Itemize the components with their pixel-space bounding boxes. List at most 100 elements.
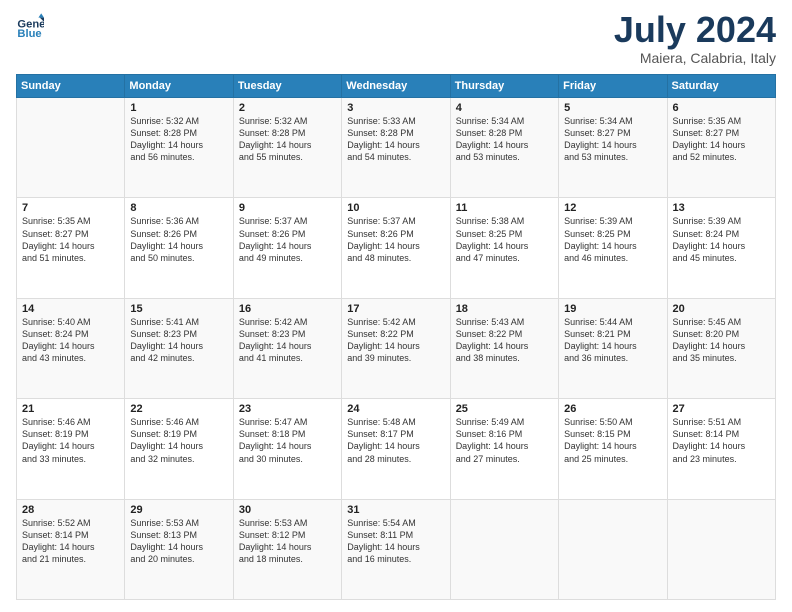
calendar-cell: 27Sunrise: 5:51 AM Sunset: 8:14 PM Dayli…	[667, 399, 775, 499]
calendar-cell: 26Sunrise: 5:50 AM Sunset: 8:15 PM Dayli…	[559, 399, 667, 499]
calendar-cell: 12Sunrise: 5:39 AM Sunset: 8:25 PM Dayli…	[559, 198, 667, 298]
day-number: 5	[564, 102, 661, 114]
day-number: 26	[564, 403, 661, 415]
calendar-cell: 19Sunrise: 5:44 AM Sunset: 8:21 PM Dayli…	[559, 298, 667, 398]
day-info: Sunrise: 5:35 AM Sunset: 8:27 PM Dayligh…	[22, 215, 119, 264]
calendar-cell: 10Sunrise: 5:37 AM Sunset: 8:26 PM Dayli…	[342, 198, 450, 298]
calendar-cell: 1Sunrise: 5:32 AM Sunset: 8:28 PM Daylig…	[125, 98, 233, 198]
calendar-cell: 11Sunrise: 5:38 AM Sunset: 8:25 PM Dayli…	[450, 198, 558, 298]
day-number: 31	[347, 504, 444, 516]
header: General Blue July 2024 Maiera, Calabria,…	[16, 12, 776, 66]
month-title: July 2024	[614, 12, 776, 48]
calendar-cell: 18Sunrise: 5:43 AM Sunset: 8:22 PM Dayli…	[450, 298, 558, 398]
day-number: 8	[130, 202, 227, 214]
weekday-header-monday: Monday	[125, 75, 233, 98]
day-number: 23	[239, 403, 336, 415]
day-info: Sunrise: 5:50 AM Sunset: 8:15 PM Dayligh…	[564, 416, 661, 465]
day-number: 25	[456, 403, 553, 415]
calendar-cell: 31Sunrise: 5:54 AM Sunset: 8:11 PM Dayli…	[342, 499, 450, 599]
calendar-cell: 5Sunrise: 5:34 AM Sunset: 8:27 PM Daylig…	[559, 98, 667, 198]
day-info: Sunrise: 5:42 AM Sunset: 8:22 PM Dayligh…	[347, 316, 444, 365]
day-number: 13	[673, 202, 770, 214]
day-info: Sunrise: 5:38 AM Sunset: 8:25 PM Dayligh…	[456, 215, 553, 264]
day-number: 7	[22, 202, 119, 214]
day-info: Sunrise: 5:49 AM Sunset: 8:16 PM Dayligh…	[456, 416, 553, 465]
weekday-header-wednesday: Wednesday	[342, 75, 450, 98]
day-number: 10	[347, 202, 444, 214]
day-number: 20	[673, 303, 770, 315]
location-title: Maiera, Calabria, Italy	[614, 50, 776, 66]
day-number: 15	[130, 303, 227, 315]
calendar-cell: 3Sunrise: 5:33 AM Sunset: 8:28 PM Daylig…	[342, 98, 450, 198]
day-info: Sunrise: 5:48 AM Sunset: 8:17 PM Dayligh…	[347, 416, 444, 465]
day-number: 29	[130, 504, 227, 516]
weekday-header-saturday: Saturday	[667, 75, 775, 98]
day-info: Sunrise: 5:45 AM Sunset: 8:20 PM Dayligh…	[673, 316, 770, 365]
day-info: Sunrise: 5:53 AM Sunset: 8:12 PM Dayligh…	[239, 517, 336, 566]
calendar-table: SundayMondayTuesdayWednesdayThursdayFrid…	[16, 74, 776, 600]
day-info: Sunrise: 5:52 AM Sunset: 8:14 PM Dayligh…	[22, 517, 119, 566]
calendar-cell	[559, 499, 667, 599]
week-row-4: 21Sunrise: 5:46 AM Sunset: 8:19 PM Dayli…	[17, 399, 776, 499]
calendar-cell: 2Sunrise: 5:32 AM Sunset: 8:28 PM Daylig…	[233, 98, 341, 198]
calendar-cell: 28Sunrise: 5:52 AM Sunset: 8:14 PM Dayli…	[17, 499, 125, 599]
day-info: Sunrise: 5:35 AM Sunset: 8:27 PM Dayligh…	[673, 115, 770, 164]
weekday-header-friday: Friday	[559, 75, 667, 98]
calendar-cell: 16Sunrise: 5:42 AM Sunset: 8:23 PM Dayli…	[233, 298, 341, 398]
calendar-cell: 29Sunrise: 5:53 AM Sunset: 8:13 PM Dayli…	[125, 499, 233, 599]
day-info: Sunrise: 5:36 AM Sunset: 8:26 PM Dayligh…	[130, 215, 227, 264]
day-info: Sunrise: 5:37 AM Sunset: 8:26 PM Dayligh…	[347, 215, 444, 264]
calendar-page: General Blue July 2024 Maiera, Calabria,…	[0, 0, 792, 612]
calendar-cell: 4Sunrise: 5:34 AM Sunset: 8:28 PM Daylig…	[450, 98, 558, 198]
day-number: 3	[347, 102, 444, 114]
week-row-5: 28Sunrise: 5:52 AM Sunset: 8:14 PM Dayli…	[17, 499, 776, 599]
day-info: Sunrise: 5:42 AM Sunset: 8:23 PM Dayligh…	[239, 316, 336, 365]
day-number: 4	[456, 102, 553, 114]
day-info: Sunrise: 5:39 AM Sunset: 8:25 PM Dayligh…	[564, 215, 661, 264]
day-number: 16	[239, 303, 336, 315]
logo: General Blue	[16, 12, 44, 40]
calendar-cell	[667, 499, 775, 599]
day-info: Sunrise: 5:34 AM Sunset: 8:27 PM Dayligh…	[564, 115, 661, 164]
day-info: Sunrise: 5:37 AM Sunset: 8:26 PM Dayligh…	[239, 215, 336, 264]
calendar-cell: 13Sunrise: 5:39 AM Sunset: 8:24 PM Dayli…	[667, 198, 775, 298]
day-info: Sunrise: 5:46 AM Sunset: 8:19 PM Dayligh…	[22, 416, 119, 465]
logo-icon: General Blue	[16, 12, 44, 40]
day-info: Sunrise: 5:39 AM Sunset: 8:24 PM Dayligh…	[673, 215, 770, 264]
day-info: Sunrise: 5:44 AM Sunset: 8:21 PM Dayligh…	[564, 316, 661, 365]
day-info: Sunrise: 5:40 AM Sunset: 8:24 PM Dayligh…	[22, 316, 119, 365]
weekday-header-sunday: Sunday	[17, 75, 125, 98]
weekday-header-row: SundayMondayTuesdayWednesdayThursdayFrid…	[17, 75, 776, 98]
calendar-cell	[450, 499, 558, 599]
day-info: Sunrise: 5:32 AM Sunset: 8:28 PM Dayligh…	[130, 115, 227, 164]
day-number: 14	[22, 303, 119, 315]
calendar-cell: 15Sunrise: 5:41 AM Sunset: 8:23 PM Dayli…	[125, 298, 233, 398]
day-info: Sunrise: 5:41 AM Sunset: 8:23 PM Dayligh…	[130, 316, 227, 365]
weekday-header-thursday: Thursday	[450, 75, 558, 98]
week-row-1: 1Sunrise: 5:32 AM Sunset: 8:28 PM Daylig…	[17, 98, 776, 198]
calendar-cell: 23Sunrise: 5:47 AM Sunset: 8:18 PM Dayli…	[233, 399, 341, 499]
day-info: Sunrise: 5:47 AM Sunset: 8:18 PM Dayligh…	[239, 416, 336, 465]
day-info: Sunrise: 5:46 AM Sunset: 8:19 PM Dayligh…	[130, 416, 227, 465]
day-info: Sunrise: 5:54 AM Sunset: 8:11 PM Dayligh…	[347, 517, 444, 566]
day-number: 21	[22, 403, 119, 415]
day-number: 19	[564, 303, 661, 315]
week-row-2: 7Sunrise: 5:35 AM Sunset: 8:27 PM Daylig…	[17, 198, 776, 298]
calendar-cell: 24Sunrise: 5:48 AM Sunset: 8:17 PM Dayli…	[342, 399, 450, 499]
day-number: 17	[347, 303, 444, 315]
day-info: Sunrise: 5:43 AM Sunset: 8:22 PM Dayligh…	[456, 316, 553, 365]
day-number: 22	[130, 403, 227, 415]
weekday-header-tuesday: Tuesday	[233, 75, 341, 98]
calendar-cell: 17Sunrise: 5:42 AM Sunset: 8:22 PM Dayli…	[342, 298, 450, 398]
calendar-cell: 22Sunrise: 5:46 AM Sunset: 8:19 PM Dayli…	[125, 399, 233, 499]
day-number: 11	[456, 202, 553, 214]
day-number: 30	[239, 504, 336, 516]
calendar-cell	[17, 98, 125, 198]
title-block: July 2024 Maiera, Calabria, Italy	[614, 12, 776, 66]
week-row-3: 14Sunrise: 5:40 AM Sunset: 8:24 PM Dayli…	[17, 298, 776, 398]
calendar-cell: 21Sunrise: 5:46 AM Sunset: 8:19 PM Dayli…	[17, 399, 125, 499]
day-number: 12	[564, 202, 661, 214]
day-number: 28	[22, 504, 119, 516]
calendar-cell: 25Sunrise: 5:49 AM Sunset: 8:16 PM Dayli…	[450, 399, 558, 499]
day-number: 6	[673, 102, 770, 114]
